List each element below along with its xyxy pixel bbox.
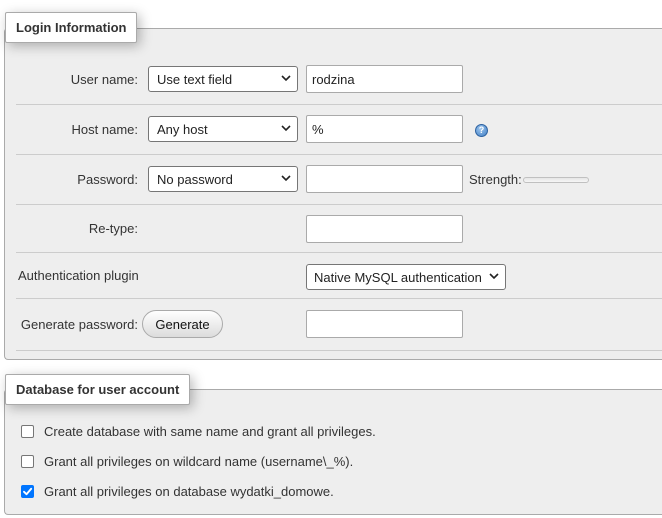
username-row: User name: Use text field rodzina [16,55,662,105]
auth-plugin-row: Authentication plugin Native MySQL authe… [16,253,662,299]
generated-password-input[interactable] [306,310,463,338]
chevron-down-icon [489,273,499,280]
auth-plugin-label: Authentication plugin [18,268,139,283]
generate-button-label: Generate [155,316,210,332]
password-label: Password: [77,172,138,187]
username-label: User name: [70,72,138,87]
login-information-fieldset: User name: Use text field rodzina Host n… [4,28,662,360]
username-input[interactable]: rodzina [306,65,463,93]
grant-database-label[interactable]: Grant all privileges on database wydatki… [44,484,334,499]
create-database-label[interactable]: Create database with same name and grant… [44,424,376,439]
option-create-database[interactable]: Create database with same name and grant… [21,424,376,439]
password-type-select[interactable]: No password [148,166,298,192]
password-type-select-value: No password [157,171,233,187]
grant-database-checkbox[interactable] [21,485,34,498]
grant-wildcard-checkbox[interactable] [21,455,34,468]
database-legend: Database for user account [5,374,191,405]
grant-wildcard-label[interactable]: Grant all privileges on wildcard name (u… [44,454,353,469]
password-input[interactable] [306,165,463,193]
chevron-down-icon [281,175,291,182]
check-icon [23,487,33,496]
username-type-select-value: Use text field [157,71,233,87]
chevron-down-icon [281,75,291,82]
chevron-down-icon [281,125,291,132]
option-grant-wildcard[interactable]: Grant all privileges on wildcard name (u… [21,454,353,469]
hostname-input-value: % [312,121,324,137]
retype-label: Re-type: [88,221,138,236]
password-row: Password: No password Strength: [16,155,662,205]
password-strength-meter [523,177,589,183]
auth-plugin-select[interactable]: Native MySQL authentication [306,264,506,290]
retype-row: Re-type: [16,205,662,253]
username-type-select[interactable]: Use text field [148,66,298,92]
auth-plugin-select-value: Native MySQL authentication [314,269,482,285]
hostname-input[interactable]: % [306,115,463,143]
hostname-type-select[interactable]: Any host [148,116,298,142]
retype-password-input[interactable] [306,215,463,243]
generate-password-label: Generate password: [20,317,138,332]
strength-label: Strength: [469,172,522,187]
database-fieldset: Create database with same name and grant… [4,389,662,515]
hostname-row: Host name: Any host % ? [16,105,662,155]
generate-button[interactable]: Generate [142,310,223,338]
generate-password-row: Generate password: Generate [16,299,662,351]
help-icon[interactable]: ? [475,124,488,137]
username-input-value: rodzina [312,71,355,87]
option-grant-database[interactable]: Grant all privileges on database wydatki… [21,484,334,499]
hostname-type-select-value: Any host [157,121,208,137]
login-information-legend: Login Information [5,12,138,43]
hostname-label: Host name: [71,122,138,137]
create-database-checkbox[interactable] [21,425,34,438]
